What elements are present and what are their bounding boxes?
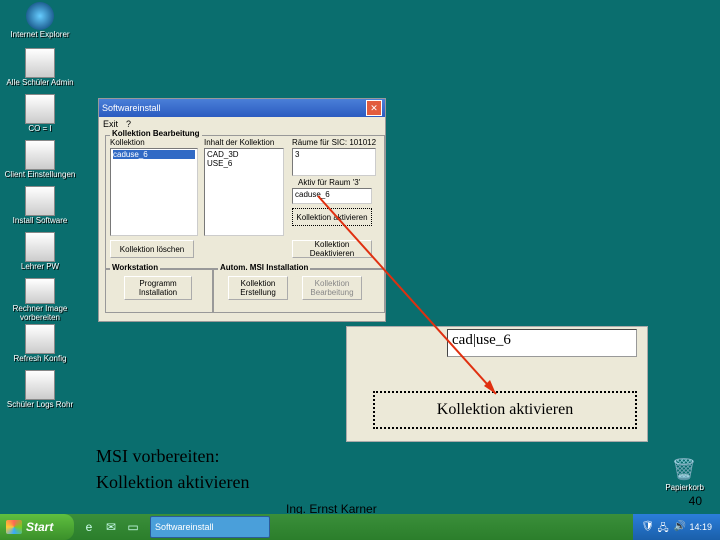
list-kollektion-item[interactable]: caduse_6 xyxy=(113,150,195,159)
taskbar-task-label: Softwareinstall xyxy=(155,522,214,532)
dialog-softwareinstall: Softwareinstall ✕ Exit ? Kollektion Bear… xyxy=(98,98,386,322)
desktop: Internet Explorer Alle Schüler Admin CO … xyxy=(0,0,720,540)
tray-network-icon[interactable]: 🖧 xyxy=(657,521,669,533)
desktop-icon-co[interactable]: CO = I xyxy=(4,94,76,138)
titlebar[interactable]: Softwareinstall ✕ xyxy=(99,99,385,117)
desktop-icon-lehrer[interactable]: Lehrer PW xyxy=(4,232,76,276)
btn-kollektion-deaktivieren[interactable]: Kollektion Deaktivieren xyxy=(292,240,372,258)
quicklaunch: e ✉ ▭ xyxy=(80,518,142,536)
desktop-icon-client[interactable]: Client Einstellungen xyxy=(4,140,76,184)
list-inhalt-item[interactable]: CAD_3D xyxy=(207,150,281,159)
desktop-icon-ie[interactable]: Internet Explorer xyxy=(4,2,76,46)
label-inhalt: Inhalt der Kollektion xyxy=(204,138,274,147)
recycle-bin[interactable]: 🗑️ Papierkorb xyxy=(665,457,704,492)
zoom-btn-aktivieren[interactable]: Kollektion aktivieren xyxy=(373,391,637,429)
taskbar: Start e ✉ ▭ Softwareinstall 🛡 🖧 🔊 14:19 xyxy=(0,514,720,540)
dialog-title: Softwareinstall xyxy=(102,103,161,113)
label-raeume: Räume für SIC: 101012 xyxy=(292,138,376,147)
slide-line2: Kollektion aktivieren xyxy=(96,472,249,493)
zoom-text-aktiv: cad|use_6 xyxy=(447,329,637,357)
menu-exit[interactable]: Exit xyxy=(103,119,118,129)
slide-line1: MSI vorbereiten: xyxy=(96,446,219,467)
system-tray: 🛡 🖧 🔊 14:19 xyxy=(633,514,720,540)
recycle-label: Papierkorb xyxy=(665,483,704,492)
ql-mail-icon[interactable]: ✉ xyxy=(102,518,120,536)
slide-page-number: 40 xyxy=(689,494,702,508)
label-aktiv: Aktiv für Raum '3' xyxy=(298,178,360,187)
group-main-label: Kollektion Bearbeitung xyxy=(110,129,202,138)
installer-icon xyxy=(25,186,55,216)
group-kollektion-bearbeitung: Kollektion Bearbeitung Kollektion Inhalt… xyxy=(105,135,385,269)
desktop-icon-grid: Internet Explorer Alle Schüler Admin CO … xyxy=(4,2,84,416)
zoom-callout: cad|use_6 Kollektion aktivieren xyxy=(346,326,648,442)
recycle-icon: 🗑️ xyxy=(672,457,698,483)
start-label: Start xyxy=(26,520,53,534)
desktop-icon-refresh[interactable]: Refresh Konfig xyxy=(4,324,76,368)
ql-desktop-icon[interactable]: ▭ xyxy=(124,518,142,536)
menu-help[interactable]: ? xyxy=(126,119,131,129)
desktop-icon-install[interactable]: Install Software xyxy=(4,186,76,230)
settings-icon xyxy=(25,140,55,170)
ie-icon xyxy=(26,2,54,30)
group-auto-label: Autom. MSI Installation xyxy=(218,263,310,272)
input-aktiv-kollektion[interactable]: caduse_6 xyxy=(292,188,372,204)
disc-icon xyxy=(25,94,55,124)
btn-kollektion-loeschen[interactable]: Kollektion löschen xyxy=(110,240,194,258)
list-inhalt-item[interactable]: USE_6 xyxy=(207,159,281,168)
btn-programm-installation[interactable]: Programm Installation xyxy=(124,276,192,300)
refresh-icon xyxy=(25,324,55,354)
group-autom-msi: Autom. MSI Installation Kollektion Erste… xyxy=(213,269,385,313)
list-raum-item[interactable]: 3 xyxy=(295,150,373,159)
start-button[interactable]: Start xyxy=(0,514,74,540)
tray-volume-icon[interactable]: 🔊 xyxy=(673,521,685,533)
computer-icon xyxy=(25,278,55,304)
log-icon xyxy=(25,370,55,400)
desktop-icon-admin[interactable]: Alle Schüler Admin xyxy=(4,48,76,92)
group-ws-label: Workstation xyxy=(110,263,160,272)
list-inhalt[interactable]: CAD_3D USE_6 xyxy=(204,148,284,236)
label-kollektion: Kollektion xyxy=(110,138,145,147)
btn-kollektion-bearbeitung: Kollektion Bearbeitung xyxy=(302,276,362,300)
list-raeume[interactable]: 3 xyxy=(292,148,376,176)
tray-shield-icon[interactable]: 🛡 xyxy=(641,521,653,533)
users-icon xyxy=(25,48,55,78)
list-kollektion[interactable]: caduse_6 xyxy=(110,148,198,236)
key-icon xyxy=(25,232,55,262)
desktop-icon-image[interactable]: Rechner Image vorbereiten xyxy=(4,278,76,322)
taskbar-task-softwareinstall[interactable]: Softwareinstall xyxy=(150,516,270,538)
desktop-icon-logs[interactable]: Schüler Logs Rohr xyxy=(4,370,76,414)
btn-kollektion-erstellung[interactable]: Kollektion Erstellung xyxy=(228,276,288,300)
close-icon[interactable]: ✕ xyxy=(366,100,382,116)
tray-clock[interactable]: 14:19 xyxy=(689,522,712,532)
ql-ie-icon[interactable]: e xyxy=(80,518,98,536)
btn-kollektion-aktivieren[interactable]: Kollektion aktivieren xyxy=(292,208,372,226)
group-workstation: Workstation Programm Installation xyxy=(105,269,213,313)
windows-logo-icon xyxy=(6,520,22,534)
